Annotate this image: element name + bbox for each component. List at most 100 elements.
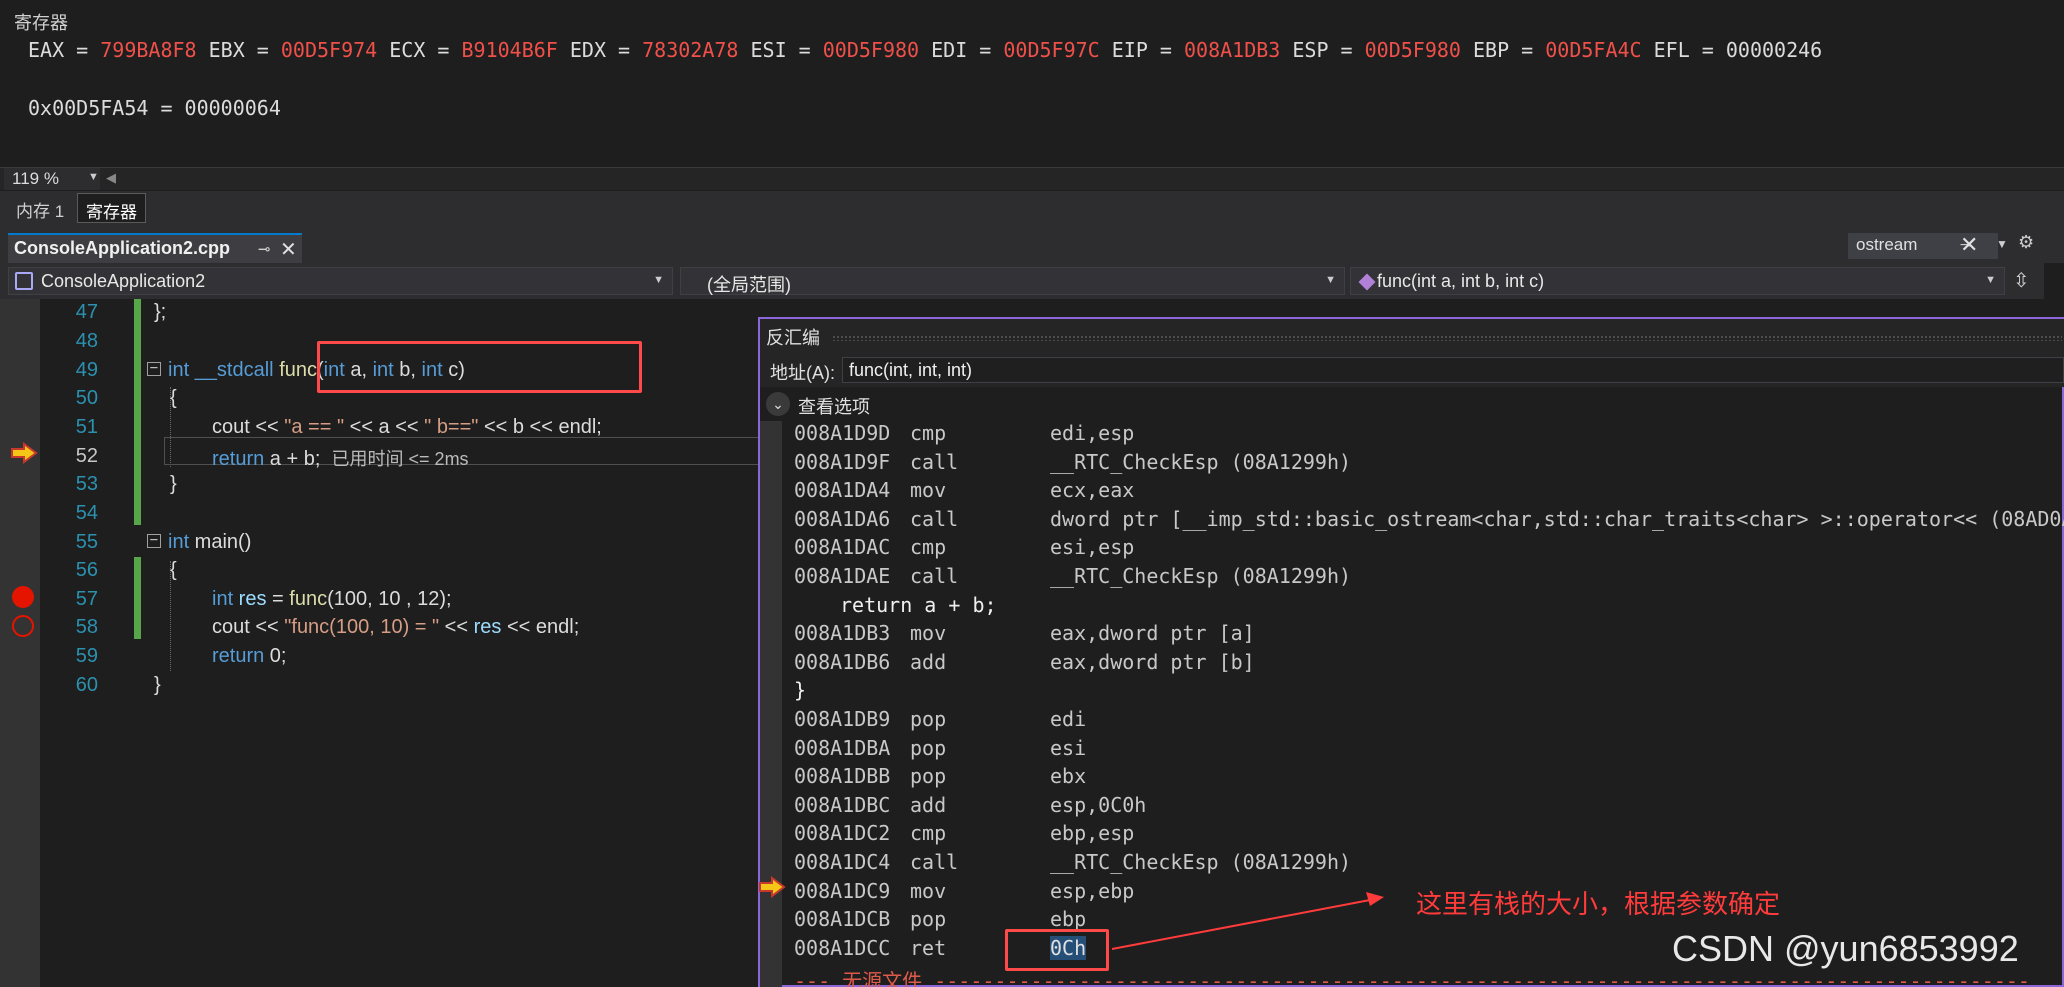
tab-memory-1[interactable]: 内存 1 bbox=[8, 193, 72, 223]
instruction-address: 008A1DC4 bbox=[794, 850, 891, 874]
register-value[interactable]: 00D5F974 bbox=[281, 38, 377, 62]
code-text: = bbox=[266, 588, 290, 610]
register-value[interactable]: 008A1DB3 bbox=[1184, 38, 1280, 62]
register-name: EFL = bbox=[1653, 38, 1726, 62]
line-number: 51 bbox=[75, 416, 98, 438]
scope-dropdown[interactable]: (全局范围) ▼ bbox=[680, 267, 1345, 295]
disassembly-row[interactable]: 008A1DBC add esp,0C0h bbox=[760, 793, 2060, 821]
function-icon bbox=[1358, 273, 1376, 291]
code-line-59: return 0; bbox=[212, 645, 287, 668]
collapse-icon[interactable]: − bbox=[147, 361, 161, 376]
close-icon[interactable]: ✕ bbox=[280, 237, 297, 262]
address-input[interactable] bbox=[842, 357, 2064, 383]
drag-handle[interactable] bbox=[832, 335, 2062, 341]
disassembly-row[interactable]: 008A1D9D cmp edi,esp bbox=[760, 421, 2060, 449]
disassembly-row[interactable]: 008A1D9F call __RTC_CheckEsp (08A1299h) bbox=[760, 450, 2060, 478]
register-value[interactable]: 00D5F97C bbox=[1003, 38, 1099, 62]
code-line-50: { bbox=[170, 387, 177, 409]
instruction-operands: dword ptr [__imp_std::basic_ostream<char… bbox=[1050, 506, 2064, 531]
project-icon bbox=[15, 272, 33, 290]
view-options-label[interactable]: 查看选项 bbox=[798, 393, 870, 419]
register-value[interactable]: 00000246 bbox=[1726, 38, 1822, 62]
instruction-address: 008A1DA6 bbox=[794, 506, 891, 531]
instruction-address: 008A1DAC bbox=[794, 535, 891, 560]
instruction-operands: edi bbox=[1050, 707, 1087, 731]
register-value[interactable]: 00D5F980 bbox=[823, 38, 919, 62]
disabled-breakpoint-icon[interactable] bbox=[12, 615, 34, 637]
disassembly-row[interactable]: 008A1DBB pop ebx bbox=[760, 764, 2060, 792]
keyword: return bbox=[212, 448, 265, 470]
pin-icon[interactable]: ⊸ bbox=[258, 240, 271, 258]
disassembly-row[interactable]: 008A1DAC cmp esi,esp bbox=[760, 535, 2060, 563]
disassembly-row[interactable]: 008A1DA6 call dword ptr [__imp_std::basic_… bbox=[760, 506, 2064, 535]
code-text: << endl; bbox=[501, 616, 580, 638]
disassembly-row[interactable]: 008A1DAE call __RTC_CheckEsp (08A1299h) bbox=[760, 564, 2060, 592]
zoom-dropdown[interactable]: 119 % ▼ bbox=[4, 168, 100, 190]
register-name: EDI = bbox=[931, 38, 1004, 62]
code-text: (100, 10 , 12); bbox=[327, 588, 452, 610]
collapse-icon[interactable]: − bbox=[147, 533, 161, 548]
tool-window-tabs: 内存 1 寄存器 bbox=[0, 191, 2064, 225]
close-icon[interactable]: ✕ bbox=[1960, 232, 1978, 258]
instruction-opcode: cmp bbox=[910, 821, 947, 846]
annotation-text: 这里有栈的大小，根据参数确定 bbox=[1416, 889, 1781, 919]
registers-line: EAX = 799BA8F8 EBX = 00D5F974 ECX = B910… bbox=[28, 38, 1822, 62]
instruction-opcode: call bbox=[910, 449, 959, 474]
keyword: return bbox=[212, 645, 265, 667]
function-dropdown[interactable]: func(int a, int b, int c) ▼ bbox=[1350, 267, 2005, 295]
code-line-58: cout << "func(100, 10) = " << res << end… bbox=[212, 616, 579, 639]
registers-window: 寄存器 EAX = 799BA8F8 EBX = 00D5F974 ECX = … bbox=[0, 0, 2064, 190]
keyword: int bbox=[168, 531, 190, 553]
register-value[interactable]: 00D5FA4C bbox=[1545, 38, 1641, 62]
disassembly-row[interactable]: 008A1DC2 cmp ebp,esp bbox=[760, 821, 2060, 849]
breakpoint-icon[interactable] bbox=[12, 586, 34, 608]
disassembly-row[interactable]: 008A1DB3 mov eax,dword ptr [a] bbox=[760, 621, 2060, 649]
project-name: ConsoleApplication2 bbox=[41, 271, 206, 291]
source-line: } bbox=[794, 678, 807, 703]
source-line: return a + b; bbox=[840, 592, 997, 617]
instruction-operands: __RTC_CheckEsp (08A1299h) bbox=[1050, 449, 1352, 474]
project-dropdown[interactable]: ConsoleApplication2 ▼ bbox=[8, 267, 673, 295]
chevron-down-icon[interactable]: ⌄ bbox=[766, 392, 790, 416]
disassembly-row[interactable]: 008A1DC9 mov esp,ebp bbox=[760, 879, 2060, 907]
tab-registers[interactable]: 寄存器 bbox=[77, 193, 146, 223]
instruction-opcode: mov bbox=[910, 878, 947, 903]
register-value[interactable]: 00D5F980 bbox=[1365, 38, 1461, 62]
scroll-left-icon[interactable]: ◀ bbox=[106, 170, 116, 186]
disassembly-row[interactable]: 008A1DC4 call __RTC_CheckEsp (08A1299h) bbox=[760, 850, 2060, 878]
instruction-address: 008A1D9F bbox=[794, 449, 891, 474]
disassembly-row[interactable]: 008A1DBA pop esi bbox=[760, 736, 2060, 764]
instruction-address: 008A1DB9 bbox=[794, 707, 891, 731]
chevron-down-icon: ▼ bbox=[1325, 274, 1336, 286]
instruction-operands: edi,esp bbox=[1050, 421, 1135, 445]
disassembly-row[interactable]: 008A1DB9 pop edi bbox=[760, 707, 2060, 735]
function-name: func(int a, int b, int c) bbox=[1377, 271, 1545, 291]
code-line-60: } bbox=[154, 674, 161, 696]
instruction-opcode: pop bbox=[910, 907, 947, 932]
register-value[interactable]: 799BA8F8 bbox=[100, 38, 196, 62]
disassembly-row[interactable]: 008A1DB6 add eax,dword ptr [b] bbox=[760, 650, 2060, 678]
function-identifier: func bbox=[289, 588, 328, 610]
register-name: EIP = bbox=[1111, 38, 1184, 62]
register-value[interactable]: 78302A78 bbox=[642, 38, 738, 62]
register-name: EDX = bbox=[569, 38, 643, 62]
disassembly-title-bar[interactable]: 反汇编 bbox=[760, 319, 2064, 353]
gear-icon[interactable]: ⚙ bbox=[2018, 232, 2034, 253]
code-text: << a << bbox=[344, 416, 425, 438]
document-tab[interactable]: ConsoleApplication2.cpp ⊸ ✕ bbox=[8, 233, 302, 263]
breakpoint-margin[interactable] bbox=[0, 299, 40, 987]
instruction-operands: esi,esp bbox=[1050, 535, 1135, 560]
line-number: 57 bbox=[75, 588, 98, 610]
chevron-down-icon: ▼ bbox=[1985, 274, 1996, 286]
string-literal: " b==" bbox=[424, 416, 479, 438]
instruction-address: 008A1DC2 bbox=[794, 821, 891, 846]
instruction-operands: __RTC_CheckEsp (08A1299h) bbox=[1050, 850, 1352, 874]
string-literal: "a == " bbox=[284, 416, 345, 438]
code-text: cout << bbox=[212, 416, 285, 438]
disassembly-row[interactable]: 008A1DA4 mov ecx,eax bbox=[760, 478, 2060, 506]
split-window-icon[interactable]: ⇳ bbox=[2013, 268, 2030, 293]
line-number: 50 bbox=[75, 387, 98, 409]
chevron-down-icon[interactable]: ▼ bbox=[1996, 237, 2008, 251]
instruction-opcode: add bbox=[910, 649, 947, 674]
register-value[interactable]: B9104B6F bbox=[462, 38, 558, 62]
